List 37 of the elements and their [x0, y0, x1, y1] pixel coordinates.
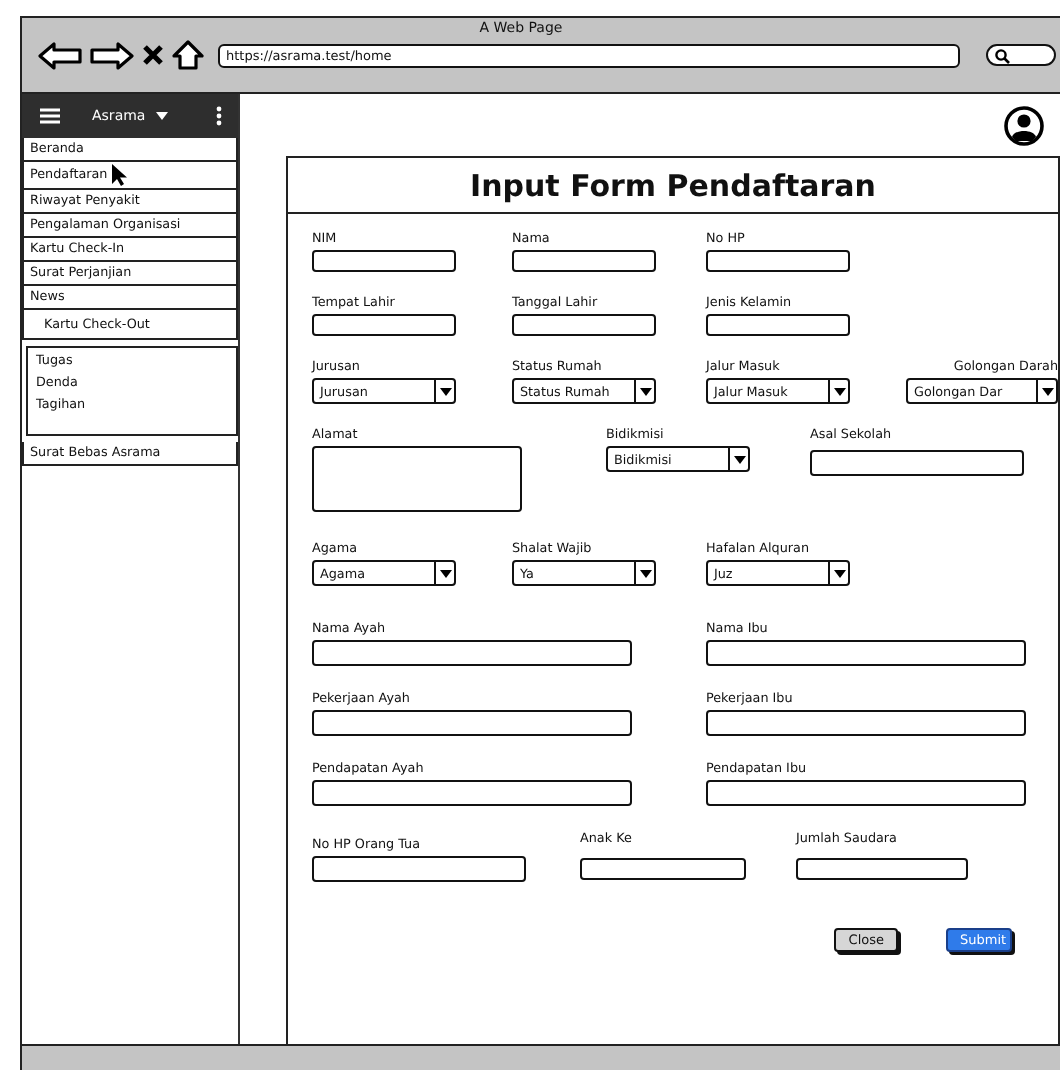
caret-icon — [155, 112, 168, 120]
home-icon[interactable] — [172, 40, 204, 70]
text-field[interactable] — [706, 314, 850, 336]
text-field[interactable] — [312, 856, 526, 882]
text-field[interactable] — [706, 710, 1026, 736]
user-avatar-icon[interactable] — [1004, 105, 1044, 145]
caret-icon — [1041, 387, 1053, 395]
search-field[interactable] — [986, 44, 1056, 66]
caret-icon — [439, 569, 451, 577]
menu-icon[interactable] — [40, 108, 60, 124]
text-field[interactable] — [312, 314, 456, 336]
caret-icon — [439, 387, 451, 395]
caret-icon — [733, 455, 745, 463]
form-title: Input Form Pendaftaran — [288, 158, 1058, 214]
caret-icon — [833, 569, 845, 577]
caret-icon — [639, 569, 651, 577]
caret-icon — [833, 387, 845, 395]
search-icon — [994, 47, 1010, 63]
mouse-pointer-icon — [111, 164, 128, 186]
text-field[interactable] — [706, 640, 1026, 666]
back-icon[interactable] — [38, 41, 82, 69]
text-field[interactable] — [312, 640, 632, 666]
close-icon[interactable] — [142, 44, 164, 66]
text-field[interactable] — [580, 858, 746, 880]
text-field[interactable] — [796, 858, 968, 880]
text-field[interactable] — [312, 710, 632, 736]
text-field[interactable] — [312, 780, 632, 806]
text-area[interactable] — [312, 446, 522, 512]
more-icon[interactable] — [216, 106, 222, 126]
text-field[interactable] — [312, 250, 456, 272]
text-field[interactable] — [810, 450, 1024, 476]
text-field[interactable] — [512, 250, 656, 272]
caret-icon — [639, 387, 651, 395]
text-field[interactable] — [706, 250, 850, 272]
text-field[interactable] — [512, 314, 656, 336]
forward-icon[interactable] — [90, 41, 134, 69]
text-field[interactable] — [706, 780, 1026, 806]
